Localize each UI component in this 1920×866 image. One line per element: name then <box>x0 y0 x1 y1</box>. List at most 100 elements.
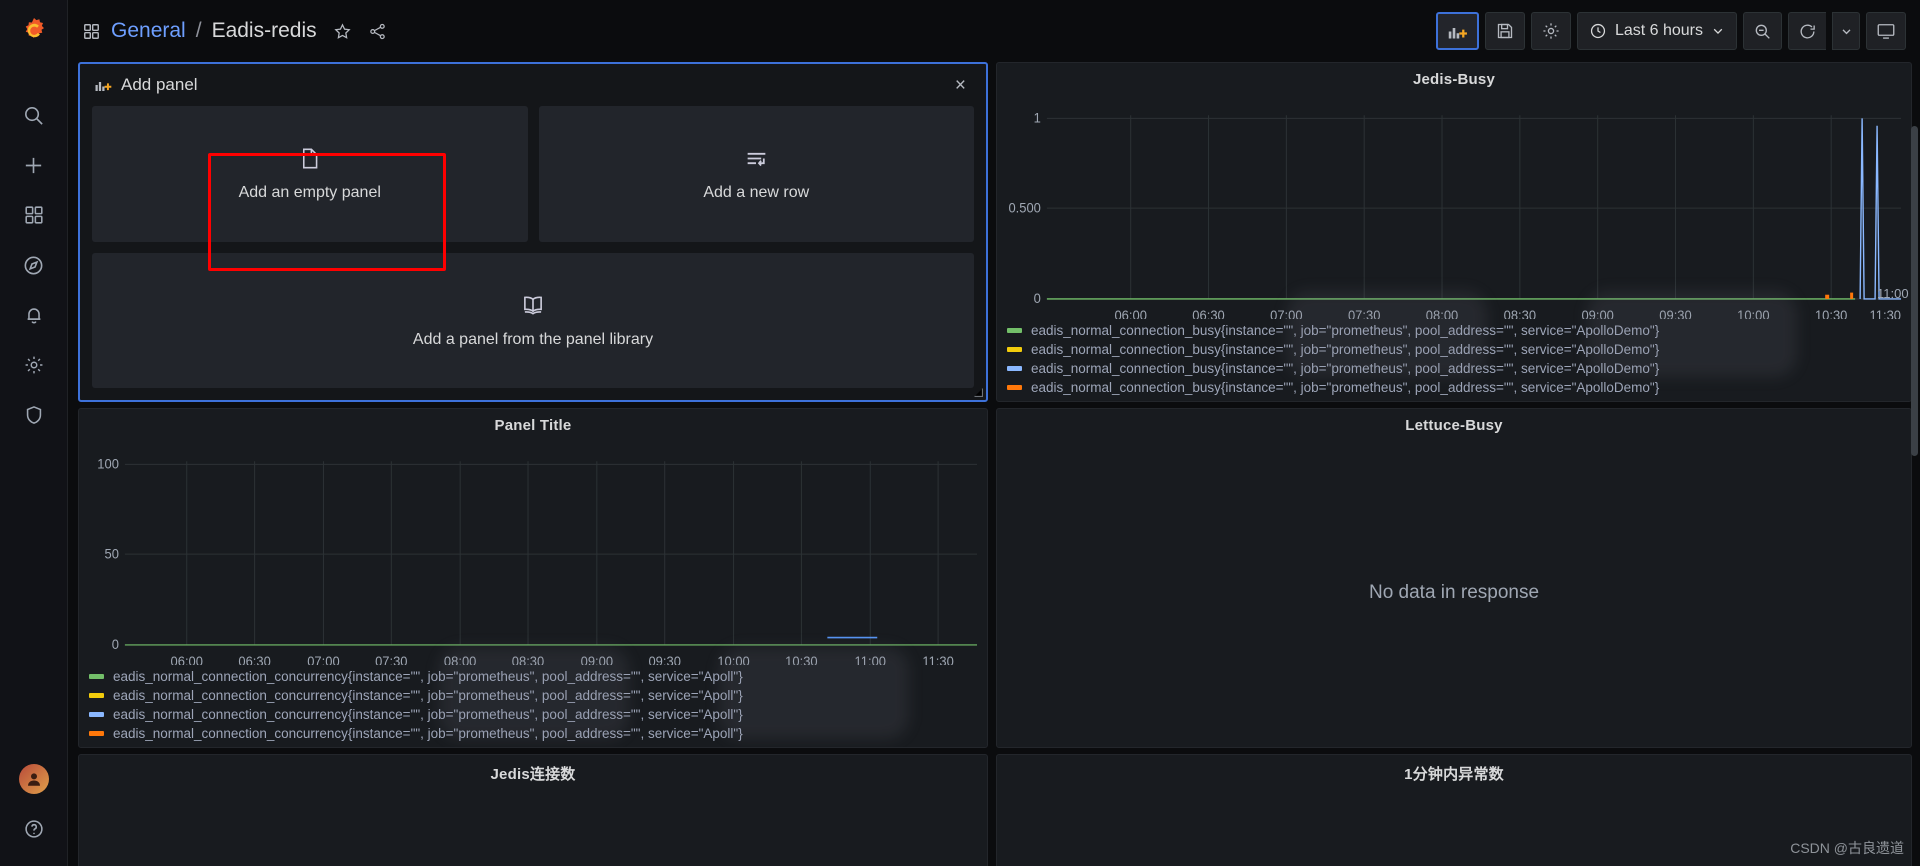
panel-jedis-connections[interactable]: Jedis连接数 <box>78 754 988 866</box>
sidebar-item-profile[interactable] <box>0 754 68 804</box>
legend-color-swatch <box>1007 347 1022 352</box>
add-panel-icon <box>1447 21 1468 42</box>
nav-sidebar <box>0 0 68 866</box>
svg-text:09:30: 09:30 <box>1659 308 1691 319</box>
legend-item[interactable]: eadis_normal_connection_concurrency{inst… <box>89 688 987 703</box>
alerting-bell-icon <box>23 304 45 326</box>
clock-icon <box>1589 22 1607 40</box>
panel-title-jedis-busy: Jedis-Busy <box>1412 71 1496 88</box>
svg-text:08:00: 08:00 <box>444 654 476 665</box>
add-from-library-option[interactable]: Add a panel from the panel library <box>92 252 974 388</box>
refresh-dashboard-button[interactable] <box>1788 12 1826 50</box>
plus-icon <box>22 154 45 177</box>
chevron-down-icon <box>1711 24 1725 38</box>
grafana-app: General / Eadis-redis Last 6 hours Add p… <box>0 0 1920 866</box>
refresh-interval-dropdown[interactable] <box>1832 12 1860 50</box>
star-icon[interactable] <box>333 22 352 41</box>
add-panel-icon <box>94 76 112 94</box>
panel-lettuce-busy[interactable]: Lettuce-Busy No data in response <box>996 408 1912 748</box>
legend-label: eadis_normal_connection_concurrency{inst… <box>113 669 743 684</box>
svg-text:08:30: 08:30 <box>1504 308 1536 319</box>
legend-item[interactable]: eadis_normal_connection_busy{instance=""… <box>1007 380 1911 395</box>
dashboards-grid-icon <box>23 204 45 226</box>
breadcrumb-folder[interactable]: General <box>111 19 186 43</box>
panel-title-jedis-connections: Jedis连接数 <box>490 766 576 783</box>
svg-text:08:00: 08:00 <box>1426 308 1458 319</box>
legend-color-swatch <box>89 693 104 698</box>
legend-item[interactable]: eadis_normal_connection_concurrency{inst… <box>89 726 987 741</box>
svg-text:0: 0 <box>1034 291 1041 306</box>
panel-jedis-busy[interactable]: Jedis-Busy 1 0.500 0 06:00 06:30 07:00 0… <box>996 62 1912 402</box>
dashboard-settings-button[interactable] <box>1530 12 1571 50</box>
save-dashboard-button[interactable] <box>1484 12 1525 50</box>
panel-panel-title[interactable]: Panel Title 100 50 0 06:00 06:30 07:00 0… <box>78 408 988 748</box>
add-row-icon <box>744 146 769 171</box>
add-panel-widget[interactable]: Add panel × Add an empty panel Add a new… <box>78 62 988 402</box>
breadcrumb-dashboard-title[interactable]: Eadis-redis <box>212 19 317 43</box>
legend-item[interactable]: eadis_normal_connection_concurrency{inst… <box>89 707 987 722</box>
dashboard-canvas: Add panel × Add an empty panel Add a new… <box>68 62 1920 866</box>
sidebar-item-search[interactable] <box>0 90 68 140</box>
add-panel-row-top: Add an empty panel Add a new row <box>92 106 974 242</box>
legend-item[interactable]: eadis_normal_connection_busy{instance=""… <box>1007 361 1911 376</box>
sidebar-item-help[interactable] <box>0 804 68 854</box>
legend-label: eadis_normal_connection_concurrency{inst… <box>113 726 743 741</box>
sidebar-item-alerting[interactable] <box>0 290 68 340</box>
graph-panel-title[interactable]: 100 50 0 06:00 06:30 07:00 07:30 08:00 08:30 0… <box>79 438 987 665</box>
save-dashboard-icon <box>1495 21 1515 41</box>
empty-panel-file-icon <box>297 146 322 171</box>
share-icon[interactable] <box>368 22 387 41</box>
explore-compass-icon <box>22 254 45 277</box>
svg-text:07:30: 07:30 <box>375 654 407 665</box>
panel-library-book-icon <box>520 292 546 318</box>
svg-text:07:30: 07:30 <box>1348 308 1380 319</box>
add-panel-body: Add an empty panel Add a new row Add a p… <box>80 106 986 400</box>
add-panel-title: Add panel <box>121 75 198 94</box>
legend-label: eadis_normal_connection_concurrency{inst… <box>113 707 743 722</box>
zoom-out-time-button[interactable] <box>1743 12 1782 50</box>
legend-panel-title: eadis_normal_connection_concurrency{inst… <box>79 665 987 747</box>
sidebar-item-explore[interactable] <box>0 240 68 290</box>
sidebar-item-dashboards[interactable] <box>0 190 68 240</box>
svg-text:0.500: 0.500 <box>1008 200 1040 215</box>
vertical-scrollbar[interactable] <box>1911 126 1918 456</box>
panel-resize-handle[interactable] <box>973 387 983 397</box>
dashboard-grid-icon <box>82 22 101 41</box>
sidebar-item-server-admin[interactable] <box>0 390 68 440</box>
svg-text:07:00: 07:00 <box>307 654 339 665</box>
dashboard-settings-gear-icon <box>1541 21 1561 41</box>
svg-text:09:00: 09:00 <box>1581 308 1613 319</box>
legend-color-swatch <box>1007 366 1022 371</box>
svg-text:1: 1 <box>1034 110 1041 125</box>
svg-text:10:00: 10:00 <box>717 654 749 665</box>
tv-mode-button[interactable] <box>1866 12 1906 50</box>
svg-text:10:30: 10:30 <box>785 654 817 665</box>
sidebar-item-configuration[interactable] <box>0 340 68 390</box>
svg-text:100: 100 <box>97 456 119 471</box>
close-icon[interactable]: × <box>949 72 972 99</box>
svg-text:06:30: 06:30 <box>238 654 270 665</box>
toolbar: Last 6 hours <box>1435 12 1906 50</box>
main-area: General / Eadis-redis Last 6 hours Add p… <box>68 0 1920 866</box>
legend-color-swatch <box>89 674 104 679</box>
svg-text:50: 50 <box>104 546 118 561</box>
add-empty-panel-option[interactable]: Add an empty panel <box>92 106 528 242</box>
avatar <box>18 764 49 794</box>
sidebar-item-create[interactable] <box>0 140 68 190</box>
legend-label: eadis_normal_connection_busy{instance=""… <box>1031 361 1660 376</box>
time-range-label: Last 6 hours <box>1614 22 1703 39</box>
no-data-message: No data in response <box>1368 581 1540 603</box>
add-panel-button[interactable] <box>1435 12 1479 50</box>
legend-item[interactable]: eadis_normal_connection_busy{instance=""… <box>1007 323 1911 338</box>
chevron-down-icon <box>1840 25 1853 38</box>
panel-exceptions-1min[interactable]: 1分钟内异常数 <box>996 754 1912 866</box>
graph-jedis-busy[interactable]: 1 0.500 0 06:00 06:30 07:00 07:30 08:00 08:30 … <box>997 92 1911 319</box>
legend-item[interactable]: eadis_normal_connection_concurrency{inst… <box>89 669 987 684</box>
svg-text:06:30: 06:30 <box>1192 308 1224 319</box>
add-new-row-option[interactable]: Add a new row <box>538 106 974 242</box>
panel-grid: Add panel × Add an empty panel Add a new… <box>78 62 1912 866</box>
grafana-logo-icon[interactable] <box>0 0 67 62</box>
search-icon <box>22 104 45 127</box>
legend-item[interactable]: eadis_normal_connection_busy{instance=""… <box>1007 342 1911 357</box>
time-range-picker[interactable]: Last 6 hours <box>1576 12 1737 50</box>
